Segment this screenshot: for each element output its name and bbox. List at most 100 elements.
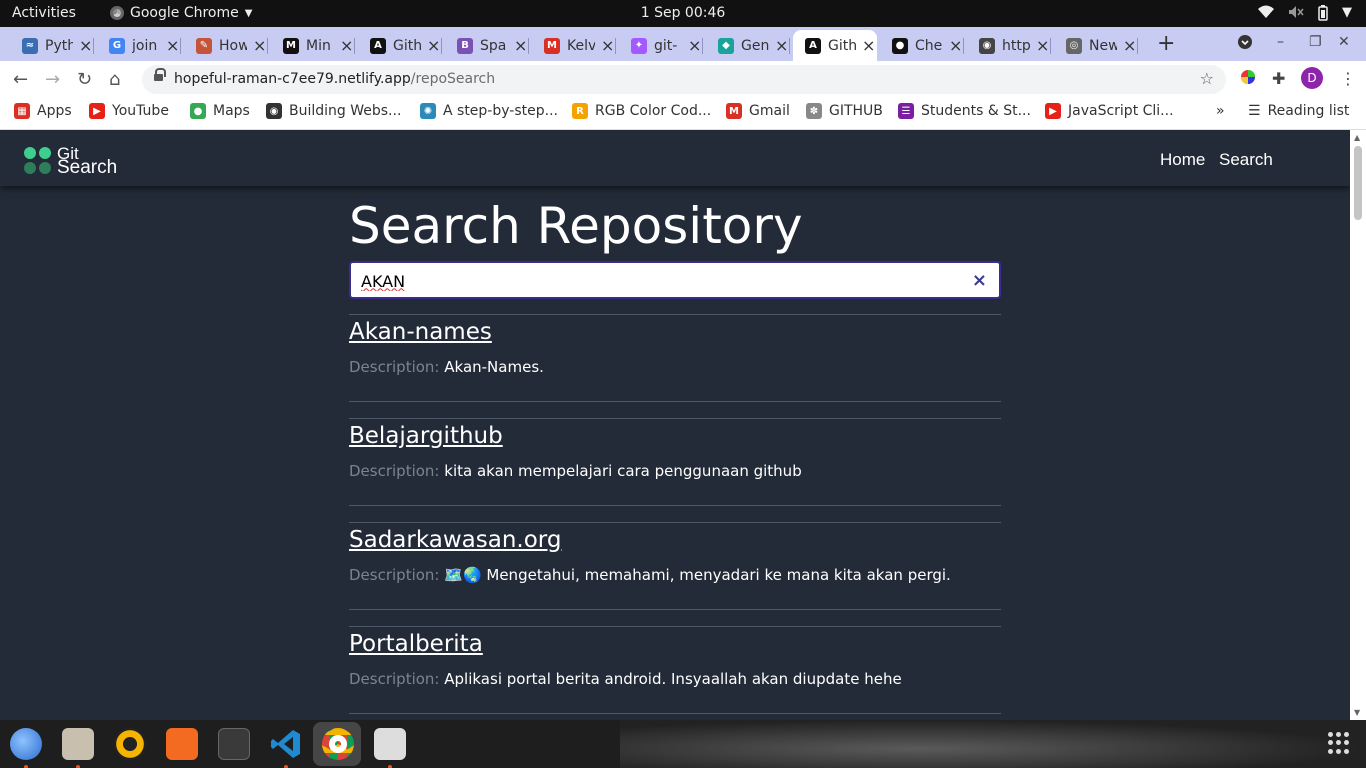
browser-tab[interactable]: ◎ New × [1054, 30, 1138, 61]
bookmark-item[interactable]: ◉ Building Webs... [266, 103, 401, 119]
tab-label: git- [654, 37, 678, 54]
address-bar[interactable]: hopeful-raman-c7ee79.netlify.app/repoSea… [142, 65, 1226, 94]
tab-label: Gen [741, 37, 769, 54]
new-tab-button[interactable]: + [1157, 31, 1175, 56]
bookmark-item[interactable]: ☰ Students & St... [898, 103, 1031, 119]
close-tab-icon[interactable]: × [1036, 36, 1049, 55]
forward-button[interactable]: → [45, 69, 60, 90]
site-navbar: Git Search Home Search [0, 130, 1350, 186]
moringa-tab-icon: M [283, 37, 299, 54]
repo-search-input[interactable] [361, 269, 961, 293]
nav-home-link[interactable]: Home [1160, 150, 1205, 170]
tab-separator [789, 38, 790, 54]
close-window-button[interactable]: ✕ [1338, 34, 1350, 50]
browser-tab[interactable]: A Gith × [793, 30, 877, 61]
bookmark-item[interactable]: ▦ Apps [14, 103, 72, 119]
close-tab-icon[interactable]: × [862, 36, 875, 55]
close-tab-icon[interactable]: × [1123, 36, 1136, 55]
minimize-window-button[interactable]: – [1277, 34, 1284, 50]
clock[interactable]: 1 Sep 00:46 [0, 5, 1366, 21]
close-tab-icon[interactable]: × [601, 36, 614, 55]
scroll-up-arrow-icon[interactable]: ▲ [1354, 133, 1360, 142]
reload-button[interactable]: ↻ [77, 69, 92, 90]
close-tab-icon[interactable]: × [688, 36, 701, 55]
close-tab-icon[interactable]: × [166, 36, 179, 55]
bookmark-label: RGB Color Cod... [595, 103, 712, 119]
tab-label: Pyth [45, 37, 73, 54]
clear-search-button[interactable]: × [972, 270, 987, 291]
close-tab-icon[interactable]: × [253, 36, 266, 55]
close-tab-icon[interactable]: × [427, 36, 440, 55]
browser-tab[interactable]: M Kelv × [532, 30, 616, 61]
chrome-icon[interactable] [322, 728, 354, 760]
bookmark-star-icon[interactable]: ☆ [1200, 69, 1214, 88]
bookmark-item[interactable]: R RGB Color Cod... [572, 103, 711, 119]
maximize-window-button[interactable]: ❐ [1309, 34, 1322, 50]
repo-result-card: Akan-names Description: Akan-Names. [349, 314, 1001, 402]
profile-avatar[interactable]: D [1301, 67, 1323, 89]
reading-list-button[interactable]: ☰ Reading list [1248, 103, 1349, 119]
browser-tab[interactable]: ✎ How × [184, 30, 268, 61]
bookmark-item[interactable]: M Gmail [726, 103, 790, 119]
close-tab-icon[interactable]: × [514, 36, 527, 55]
gitsearch-logo[interactable]: Git Search [24, 144, 134, 177]
terminal-icon[interactable] [218, 728, 250, 760]
repo-description: Description: Akan-Names. [349, 358, 544, 376]
extensions-puzzle-icon[interactable]: ✚ [1272, 69, 1285, 88]
browser-tab[interactable]: ◆ Gen × [706, 30, 790, 61]
browser-tab[interactable]: ✦ git- × [619, 30, 703, 61]
maps-pin-icon: ● [190, 103, 206, 119]
browser-tab[interactable]: ● Che × [880, 30, 964, 61]
tab-separator [963, 38, 964, 54]
page-scrollbar[interactable]: ▲ ▼ [1350, 130, 1366, 720]
browser-tab[interactable]: B Spa × [445, 30, 529, 61]
bookmark-item[interactable]: ▶ YouTube [89, 103, 169, 119]
tab-label: Che [915, 37, 943, 54]
status-area[interactable]: ▼ [1258, 5, 1352, 25]
tab-label: join [132, 37, 158, 54]
browser-tab[interactable]: Gjoin × [97, 30, 181, 61]
home-button[interactable]: ⌂ [109, 69, 120, 90]
software-center-icon[interactable] [166, 728, 198, 760]
bookmark-item[interactable]: ✺ A step-by-step... [420, 103, 558, 119]
tab-strip: ≈ Pyth × Gjoin × ✎ How × M Min × A Gith × B Spa × M Kelv × ✦… [0, 27, 1366, 61]
bookmarks-overflow-button[interactable]: » [1216, 103, 1225, 119]
bookmark-item[interactable]: ✽ GITHUB [806, 103, 883, 119]
tab-search-icon[interactable] [1237, 34, 1253, 54]
files-icon[interactable] [62, 728, 94, 768]
scrollbar-thumb[interactable] [1354, 146, 1362, 220]
url-text[interactable]: hopeful-raman-c7ee79.netlify.app/repoSea… [174, 71, 495, 87]
repo-name-link[interactable]: Sadarkawasan.org [349, 527, 561, 553]
bookmark-item[interactable]: ● Maps [190, 103, 250, 119]
close-tab-icon[interactable]: × [79, 36, 92, 55]
rhythmbox-icon[interactable] [114, 728, 146, 760]
browser-tab[interactable]: ≈ Pyth × [10, 30, 94, 61]
close-tab-icon[interactable]: × [775, 36, 788, 55]
thunderbird-icon[interactable] [10, 728, 42, 768]
close-tab-icon[interactable]: × [949, 36, 962, 55]
chrome-tab-icon: ◎ [1066, 37, 1082, 54]
repo-search-box: × [349, 261, 1001, 299]
description-label: Description: [349, 670, 440, 688]
vscode-icon[interactable] [270, 728, 302, 768]
scroll-down-arrow-icon[interactable]: ▼ [1354, 708, 1360, 717]
lock-icon [154, 68, 166, 83]
show-applications-button[interactable] [1328, 732, 1350, 754]
close-tab-icon[interactable]: × [340, 36, 353, 55]
nav-search-link[interactable]: Search [1219, 150, 1273, 170]
screenshot-icon[interactable] [374, 728, 406, 768]
repo-description: Description: 🗺️🌏 Mengetahui, memahami, m… [349, 566, 951, 584]
browser-tab[interactable]: ◉ http × [967, 30, 1051, 61]
color-extension-icon[interactable] [1240, 69, 1256, 89]
bookmark-label: Gmail [749, 103, 790, 119]
repo-name-link[interactable]: Akan-names [349, 319, 492, 345]
bookmark-item[interactable]: ▶ JavaScript Cli... [1045, 103, 1174, 119]
tab-separator [702, 38, 703, 54]
repo-name-link[interactable]: Belajargithub [349, 423, 503, 449]
back-button[interactable]: ← [13, 69, 28, 90]
browser-tab[interactable]: A Gith × [358, 30, 442, 61]
browser-tab[interactable]: M Min × [271, 30, 355, 61]
description-label: Description: [349, 358, 440, 376]
chrome-menu-icon[interactable]: ⋮ [1340, 69, 1356, 88]
repo-name-link[interactable]: Portalberita [349, 631, 483, 657]
